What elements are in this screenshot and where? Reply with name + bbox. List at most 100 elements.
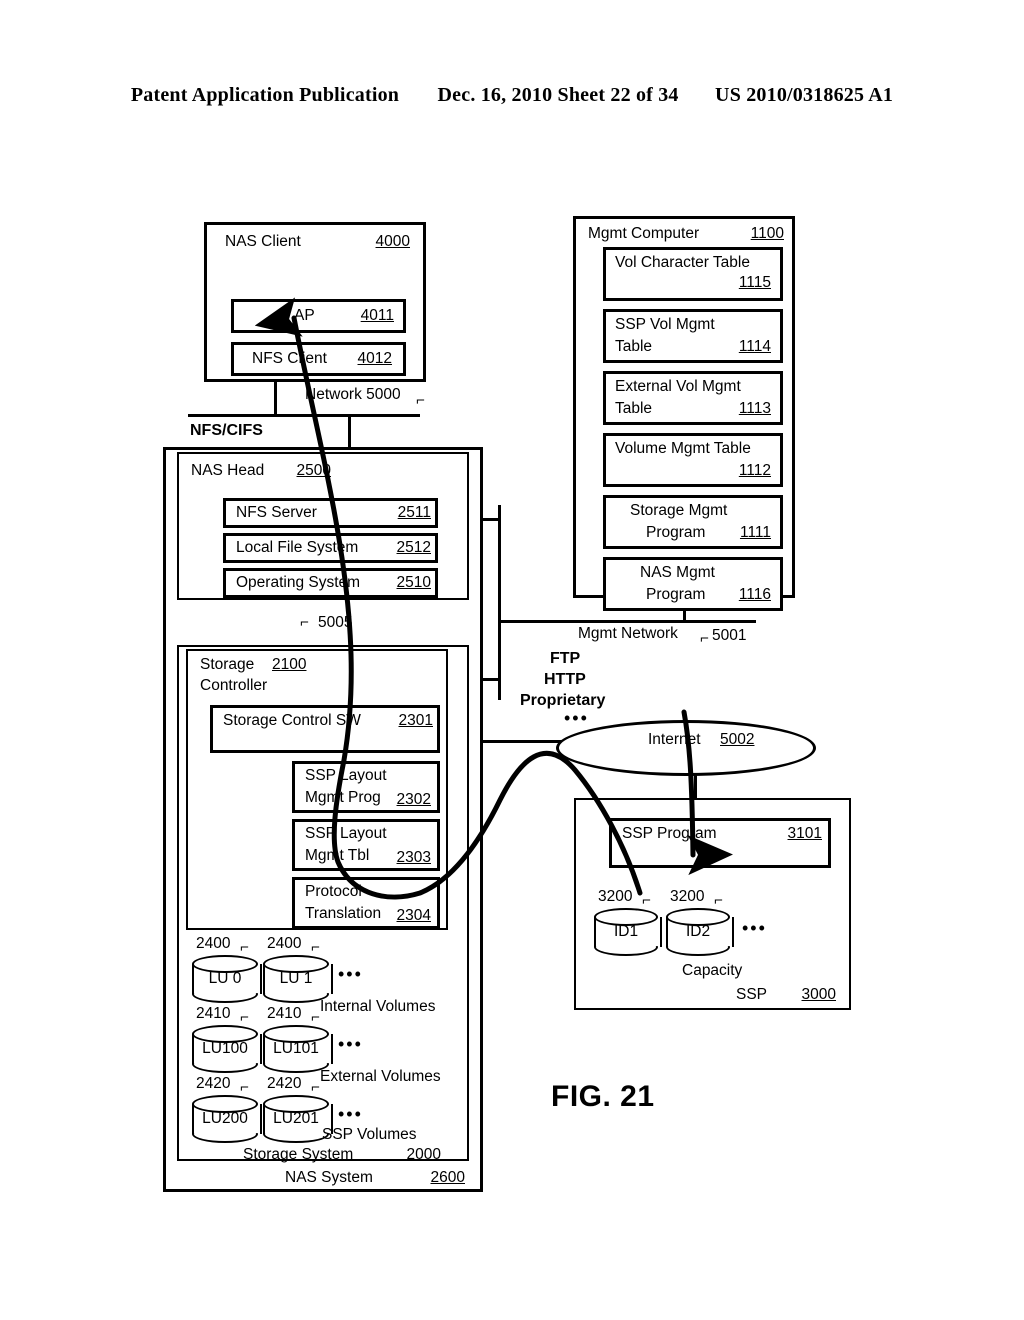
storage-control-sw-number: 2301 [398,712,433,729]
nas-mgmt-program-number: 1116 [738,586,771,603]
volume-label-lu200: LU200 [202,1110,248,1127]
nfs-client-number: 4012 [357,350,392,367]
ssp-layout-mgmt-prog-line1: SSP Layout [305,767,387,784]
ssp-vol-mgmt-table-number: 1114 [738,338,771,355]
protocol-proprietary-label: Proprietary [520,692,606,709]
volume-cylinder-lu101: LU101 [263,1025,333,1073]
protocol-translation-box: Protocol Translation 2304 [292,877,440,929]
nas-mgmt-program-line1: NAS Mgmt [640,564,715,581]
ssp-layout-mgmt-tbl-number: 2303 [396,849,431,866]
nas-head-box: NAS Head 2500 NFS Server 2511 Local File… [177,452,469,600]
ssp-volume-ref-2: 2420 [267,1075,302,1092]
ssp-layout-mgmt-prog-box: SSP Layout Mgmt Prog 2302 [292,761,440,813]
ssp-layout-mgmt-prog-number: 2302 [396,791,431,808]
ssp-disk-ref-2: 3200 [670,888,705,905]
nas-system-number: 2600 [430,1169,465,1186]
ssp-program-box: SSP Program 3101 [609,818,831,868]
internal-volumes-ellipsis: ••• [338,964,363,984]
nfs-cifs-label: NFS/CIFS [190,422,263,439]
nas-head-number: 2500 [296,462,331,479]
nas-client-to-network-link [274,381,277,416]
nas-mgmt-program-box: NAS Mgmt Program 1116 [603,557,783,611]
protocol-translation-line1: Protocol [305,883,362,900]
external-vol-mgmt-table-box: External Vol Mgmt Table 1113 [603,371,783,425]
internal-volume-ref-2: 2400 [267,935,302,952]
storage-mgmt-program-box: Storage Mgmt Program 1111 [603,495,783,549]
storage-system-number: 2000 [406,1146,441,1163]
external-volume-ref-2: 2410 [267,1005,302,1022]
external-volume-lead-2: ⌐ [311,1009,320,1026]
nas-client-box: NAS Client 4000 AP 4011 NFS Client 4012 [204,222,426,382]
local-file-system-box: Local File System 2512 [223,533,438,563]
page-header: Patent Application Publication Dec. 16, … [0,84,1024,107]
internal-volume-ref-1: 2400 [196,935,231,952]
storage-controller-title-line1: Storage [200,656,255,673]
storage-controller-number: 2100 [272,656,307,673]
ssp-vol-mgmt-table-line2: Table [615,338,653,355]
network-5000-bus [188,414,420,417]
protocol-ftp-label: FTP [550,650,581,667]
protocol-ellipsis: ••• [564,708,589,728]
internet-label: Internet [648,731,701,748]
publication-title: Patent Application Publication [130,84,400,106]
ssp-disk-ref-1: 3200 [598,888,633,905]
figure-label: FIG. 21 [551,1080,655,1113]
ssp-disk-cylinder-id1: ID1 [594,908,662,956]
nfs-server-title: NFS Server [236,504,317,521]
mgmt-network-label: Mgmt Network [578,625,678,642]
ssp-volume-ref-1: 2420 [196,1075,231,1092]
operating-system-title: Operating System [236,574,361,591]
storage-control-sw-box: Storage Control SW 2301 [210,705,440,753]
protocol-translation-line2: Translation [305,905,382,922]
mgmt-network-number: 5001 [712,627,747,644]
volume-label-lu0: LU 0 [208,970,242,987]
ssp-volume-lead-2: ⌐ [311,1079,320,1096]
internet-number: 5002 [720,731,755,748]
ssp-volumes-group-label: SSP Volumes [322,1126,417,1143]
ap-box: AP 4011 [231,299,406,333]
nas-mgmt-program-line2: Program [646,586,706,603]
storage-controller-title-line2: Controller [200,677,268,694]
mgmt-network-bus [498,620,756,623]
date-and-sheet: Dec. 16, 2010 Sheet 22 of 34 [437,84,679,106]
nas-client-title: NAS Client [225,233,301,250]
protocol-translation-number: 2304 [396,907,431,924]
ssp-disk-label-id1: ID1 [613,923,639,940]
nfs-client-title: NFS Client [252,350,327,367]
link-5005-label: 5005 [318,614,353,631]
local-file-system-title: Local File System [236,539,359,556]
ssp-title: SSP [736,986,768,1003]
storage-mgmt-program-line2: Program [646,524,706,541]
storage-control-sw-title: Storage Control SW [223,712,361,729]
storage-system-caption: Storage System 2000 [243,1146,441,1164]
ssp-disk-lead-1: ⌐ [642,892,651,909]
vol-character-table-line1: Vol Character Table [615,254,750,271]
storage-mgmt-program-line1: Storage Mgmt [630,502,728,519]
ssp-program-title: SSP Program [622,825,717,842]
external-volumes-ellipsis: ••• [338,1034,363,1054]
mgmt-computer-title: Mgmt Computer [588,225,700,242]
vol-character-table-number: 1115 [738,274,771,291]
ssp-layout-mgmt-tbl-line1: SSP Layout [305,825,387,842]
local-file-system-number: 2512 [396,539,431,556]
operating-system-box: Operating System 2510 [223,568,438,598]
external-vol-mgmt-table-number: 1113 [738,400,771,417]
ssp-vol-mgmt-table-box: SSP Vol Mgmt Table 1114 [603,309,783,363]
ssp-disks-ellipsis: ••• [742,918,767,938]
ssp-volumes-ellipsis: ••• [338,1104,363,1124]
protocol-http-label: HTTP [544,671,586,688]
volume-cylinder-lu100: LU100 [192,1025,262,1073]
ssp-disk-lead-2: ⌐ [714,892,723,909]
external-volume-ref-1: 2410 [196,1005,231,1022]
mgmt-network-lead-tick: ⌐ [700,630,709,647]
operating-system-number: 2510 [396,574,431,591]
internal-volume-lead-1: ⌐ [240,939,249,956]
ssp-box: SSP Program 3101 3200 ⌐ 3200 ⌐ ID1 ID2 •… [574,798,851,1010]
volume-label-lu201: LU201 [273,1110,319,1127]
nas-head-title: NAS Head [191,462,265,479]
external-vol-mgmt-table-line2: Table [615,400,653,417]
ssp-program-number: 3101 [787,825,822,842]
volume-mgmt-table-line1: Volume Mgmt Table [615,440,751,457]
data-flow-arrow-overlay [254,297,733,900]
volume-label-lu101: LU101 [273,1040,319,1057]
